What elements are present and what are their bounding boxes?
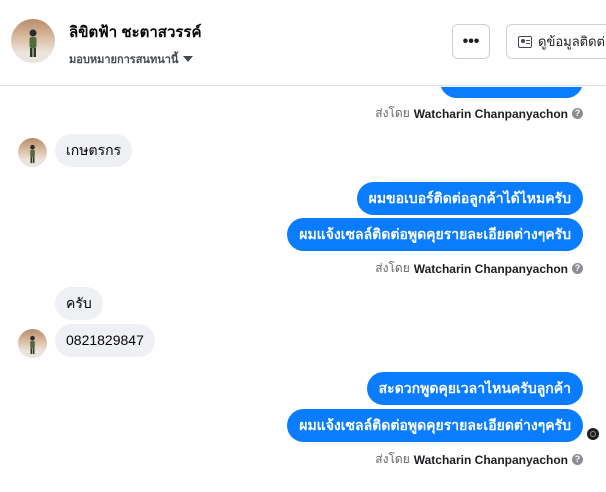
sender-avatar[interactable] — [18, 329, 47, 358]
info-icon[interactable]: ? — [572, 108, 583, 119]
message-outgoing[interactable]: ผมแจ้งเซลล์ติดต่อพูดคุยรายละเอียดต่างๆคร… — [287, 409, 583, 442]
message-incoming[interactable]: 0821829847 — [55, 324, 155, 357]
seen-avatar-icon — [587, 428, 599, 440]
view-contact-info-label: ดูข้อมูลติดต่อ — [538, 34, 606, 49]
message-bubble-clipped[interactable] — [440, 87, 583, 98]
message-thread[interactable]: ส่งโดย Watcharin Chanpanyachon ? เกษตรกร… — [0, 87, 606, 492]
message-outgoing[interactable]: สะดวกพูดคุยเวลาไหนครับลูกค้า — [366, 372, 583, 405]
sender-name: Watcharin Chanpanyachon — [413, 452, 568, 467]
message-incoming[interactable]: ครับ — [55, 287, 103, 320]
contact-avatar[interactable] — [11, 19, 55, 63]
message-incoming[interactable]: เกษตรกร — [55, 134, 133, 167]
more-options-button[interactable]: ••• — [452, 24, 490, 59]
sender-avatar[interactable] — [18, 138, 47, 167]
info-icon[interactable]: ? — [572, 454, 583, 465]
chevron-down-icon — [183, 56, 194, 62]
assign-conversation-label: มอบหมายการสนทนานี้ — [69, 54, 179, 66]
message-outgoing[interactable]: ผมขอเบอร์ติดต่อลูกค้าได้ไหมครับ — [356, 182, 583, 215]
conversation-header: ลิขิตฟ้า ชะตาสวรรค์ มอบหมายการสนทนานี้ •… — [0, 0, 606, 86]
contact-name: ลิขิตฟ้า ชะตาสวรรค์ — [69, 24, 202, 41]
sender-name: Watcharin Chanpanyachon — [413, 261, 568, 276]
sent-by-label: ส่งโดย Watcharin Chanpanyachon ? — [375, 104, 583, 123]
view-contact-info-button[interactable]: ดูข้อมูลติดต่อ — [506, 24, 606, 59]
contact-card-icon — [518, 35, 532, 48]
info-icon[interactable]: ? — [572, 263, 583, 274]
sent-by-label: ส่งโดย Watcharin Chanpanyachon ? — [375, 450, 583, 469]
sent-by-label: ส่งโดย Watcharin Chanpanyachon ? — [375, 259, 583, 278]
sender-name: Watcharin Chanpanyachon — [413, 106, 568, 121]
message-outgoing[interactable]: ผมแจ้งเซลล์ติดต่อพูดคุยรายละเอียดต่างๆคร… — [287, 218, 583, 251]
assign-conversation-dropdown[interactable]: มอบหมายการสนทนานี้ — [69, 50, 194, 68]
